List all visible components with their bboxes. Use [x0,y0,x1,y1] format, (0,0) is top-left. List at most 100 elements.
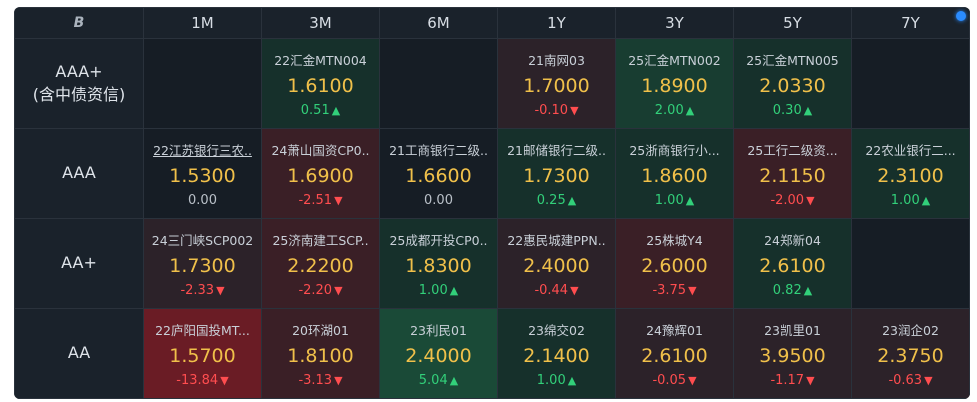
arrow-up-icon: ▲ [331,103,341,117]
bond-change: -2.20 ▼ [262,283,379,298]
bond-cell[interactable]: 25工行二级资... 2.1150 -2.00 ▼ [733,128,852,219]
bond-change-value: -2.33 [180,282,215,298]
bond-change: -3.75 ▼ [616,283,733,298]
bond-name[interactable]: 20环湖01 [262,320,379,339]
bond-yield: 1.6600 [405,164,472,187]
tenor-header-1m: 1M [143,7,262,39]
bond-change-value: 0.00 [188,192,217,208]
bond-change: 0.82 ▲ [734,283,851,298]
bond-cell[interactable]: 25汇金MTN002 1.8900 2.00 ▲ [615,38,734,129]
bond-cell[interactable]: 23利民01 2.4000 5.04 ▲ [379,308,498,399]
arrow-down-icon: ▼ [806,193,815,207]
bond-change: -0.44 ▼ [498,283,615,298]
bond-change: -3.13 ▼ [262,373,379,388]
arrow-down-icon: ▼ [216,283,225,297]
bond-change: 1.00 ▲ [616,193,733,208]
bond-name[interactable]: 22惠民城建PPN.. [498,230,615,249]
empty-cell [851,218,970,309]
bond-cell[interactable]: 24萧山国资CP0.. 1.6900 -2.51 ▼ [261,128,380,219]
bond-name[interactable]: 24萧山国资CP0.. [262,140,379,159]
bond-cell[interactable]: 22农业银行二... 2.3100 1.00 ▲ [851,128,970,219]
bond-name[interactable]: 25成都开投CP0.. [380,230,497,249]
bond-cell[interactable]: 23绵交02 2.1400 1.00 ▲ [497,308,616,399]
bond-change: -2.00 ▼ [734,193,851,208]
bond-yield: 2.6000 [641,254,708,277]
bond-name[interactable]: 24郑新04 [734,230,851,249]
status-dot-icon [956,11,966,21]
bond-cell[interactable]: 22惠民城建PPN.. 2.4000 -0.44 ▼ [497,218,616,309]
arrow-up-icon: ▲ [685,103,695,117]
arrow-up-icon: ▲ [685,193,695,207]
bond-yield: 1.6100 [287,74,354,97]
bond-name[interactable]: 22江苏银行三农.. [144,140,261,159]
bond-name[interactable]: 25株城Y4 [616,230,733,249]
bond-yield: 2.3100 [877,164,944,187]
bond-change: 1.00 ▲ [852,193,969,208]
bond-cell[interactable]: 25株城Y4 2.6000 -3.75 ▼ [615,218,734,309]
bond-yield: 1.8100 [287,344,354,367]
bond-cell[interactable]: 22江苏银行三农.. 1.5300 0.00 [143,128,262,219]
arrow-down-icon: ▼ [334,193,343,207]
bond-yield: 1.7000 [523,74,590,97]
bond-cell[interactable]: 23润企02 2.3750 -0.63 ▼ [851,308,970,399]
bond-name[interactable]: 24豫辉01 [616,320,733,339]
bond-name[interactable]: 23凯里01 [734,320,851,339]
bond-name[interactable]: 25浙商银行小... [616,140,733,159]
bond-cell[interactable]: 21邮储银行二级.. 1.7300 0.25 ▲ [497,128,616,219]
bond-name[interactable]: 23绵交02 [498,320,615,339]
bond-cell[interactable]: 20环湖01 1.8100 -3.13 ▼ [261,308,380,399]
arrow-down-icon: ▼ [924,373,933,387]
bond-name[interactable]: 25汇金MTN002 [616,50,733,69]
bond-name[interactable]: 23利民01 [380,320,497,339]
bond-yield: 2.6100 [641,344,708,367]
bond-cell[interactable]: 21南网03 1.7000 -0.10 ▼ [497,38,616,129]
bond-name[interactable]: 22庐阳国投MT... [144,320,261,339]
bond-yield: 2.0330 [759,74,826,97]
bond-change-value: -2.20 [298,282,333,298]
bond-name[interactable]: 25工行二级资... [734,140,851,159]
arrow-down-icon: ▼ [570,103,579,117]
bond-change: -2.51 ▼ [262,193,379,208]
bond-cell[interactable]: 23凯里01 3.9500 -1.17 ▼ [733,308,852,399]
bond-yield: 2.1150 [759,164,826,187]
bond-change-value: -0.63 [888,372,923,388]
bond-cell[interactable]: 24豫辉01 2.6100 -0.05 ▼ [615,308,734,399]
bond-name[interactable]: 21邮储银行二级.. [498,140,615,159]
bond-change: 0.00 [144,193,261,208]
bond-cell[interactable]: 24三门峡SCP002 1.7300 -2.33 ▼ [143,218,262,309]
yield-matrix-body: AAA+ (含中债资信) 22汇金MTN004 1.6100 0.51 ▲ 21南网03 1… [14,38,970,399]
bond-change: -13.84 ▼ [144,373,261,388]
bond-change-value: 5.04 [418,372,448,388]
bond-cell[interactable]: 21工商银行二级.. 1.6600 0.00 [379,128,498,219]
bond-name[interactable]: 21南网03 [498,50,615,69]
bond-name[interactable]: 23润企02 [852,320,969,339]
bond-cell[interactable]: 22汇金MTN004 1.6100 0.51 ▲ [261,38,380,129]
bond-change: -1.17 ▼ [734,373,851,388]
bond-change-value: -0.05 [652,372,687,388]
bond-change: 0.00 [380,193,497,208]
bond-name[interactable]: 25济南建工SCP.. [262,230,379,249]
bond-cell[interactable]: 25济南建工SCP.. 2.2200 -2.20 ▼ [261,218,380,309]
bond-cell[interactable]: 25浙商银行小... 1.8600 1.00 ▲ [615,128,734,219]
bond-name[interactable]: 21工商银行二级.. [380,140,497,159]
bond-cell[interactable]: 24郑新04 2.6100 0.82 ▲ [733,218,852,309]
bond-name[interactable]: 25汇金MTN005 [734,50,851,69]
bond-cell[interactable]: 22庐阳国投MT... 1.5700 -13.84 ▼ [143,308,262,399]
bond-change: -0.63 ▼ [852,373,969,388]
arrow-down-icon: ▼ [688,373,697,387]
bond-name[interactable]: 24三门峡SCP002 [144,230,261,249]
bond-yield: 2.2200 [287,254,354,277]
bond-yield: 1.7300 [523,164,590,187]
bond-name[interactable]: 22汇金MTN004 [262,50,379,69]
bond-yield: 1.5300 [169,164,236,187]
bond-change-value: 0.51 [300,102,330,118]
bond-change: 5.04 ▲ [380,373,497,388]
bond-yield: 1.7300 [169,254,236,277]
bond-cell[interactable]: 25成都开投CP0.. 1.8300 1.00 ▲ [379,218,498,309]
arrow-down-icon: ▼ [806,373,815,387]
bond-cell[interactable]: 25汇金MTN005 2.0330 0.30 ▲ [733,38,852,129]
tenor-header-1y: 1Y [497,7,616,39]
bond-name[interactable]: 22农业银行二... [852,140,969,159]
bond-change-value: 1.00 [654,192,684,208]
table-row: AA 22庐阳国投MT... 1.5700 -13.84 ▼ 20环湖01 1.8100 -3… [14,308,970,399]
